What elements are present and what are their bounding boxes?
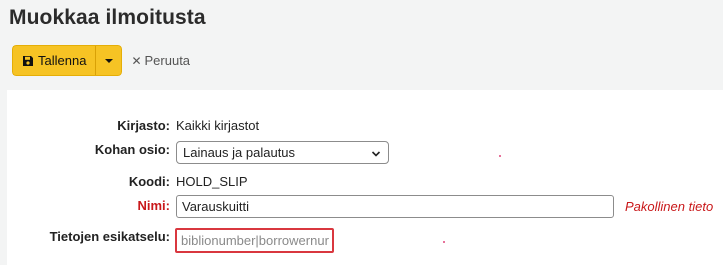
code-label: Koodi: [128,173,170,189]
cancel-button[interactable]: ✕ Peruuta [131,53,190,68]
library-row: Kirjasto: Kaikki kirjastot [7,116,723,134]
module-row: Kohan osio: Lainaus ja palautus [7,140,723,164]
preview-field[interactable]: biblionumber|borrowernur [175,228,334,253]
library-label: Kirjasto: [117,117,170,133]
code-row: Koodi: HOLD_SLIP [7,172,723,190]
stray-dot [499,155,501,157]
toolbar: Tallenna ✕ Peruuta [12,45,190,76]
save-button-group: Tallenna [12,45,123,76]
chevron-down-icon [371,147,381,157]
preview-field-value: biblionumber|borrowernur [181,233,329,248]
save-button-label: Tallenna [38,53,87,68]
caret-down-icon [104,58,113,63]
name-input[interactable]: Varauskuitti [176,195,614,218]
module-label: Kohan osio: [94,142,170,157]
name-label: Nimi: [137,198,171,213]
library-value: Kaikki kirjastot [176,117,260,133]
module-select[interactable]: Lainaus ja palautus [176,141,389,164]
preview-label: Tietojen esikatselu: [49,229,170,244]
name-input-value: Varauskuitti [182,199,249,214]
cancel-button-label: Peruuta [144,53,191,68]
code-value: HOLD_SLIP [176,173,248,189]
stray-dot [443,241,445,243]
preview-row: Tietojen esikatselu: biblionumber|borrow… [7,227,723,254]
save-options-dropdown-button[interactable] [95,45,123,76]
close-icon: ✕ [131,53,142,68]
page-title: Muokkaa ilmoitusta [9,6,206,29]
module-select-value: Lainaus ja palautus [183,145,296,160]
save-button[interactable]: Tallenna [12,45,96,76]
required-hint: Pakollinen tieto [625,199,714,214]
name-row: Nimi: Varauskuitti Pakollinen tieto [7,194,723,218]
floppy-disk-icon [22,55,34,67]
form-panel: Kirjasto: Kaikki kirjastot Kohan osio: L… [7,90,723,265]
